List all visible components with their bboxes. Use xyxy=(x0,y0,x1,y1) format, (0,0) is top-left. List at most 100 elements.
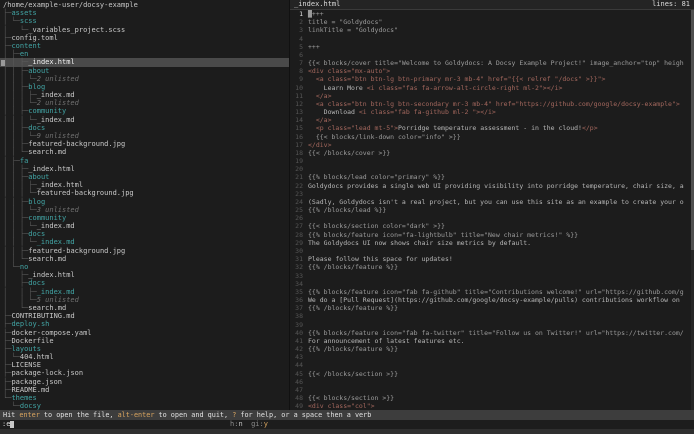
tree-row[interactable]: │ │ └─5 unlisted xyxy=(0,296,289,304)
selected-row-marker xyxy=(1,60,5,66)
tree-entry-name: about xyxy=(28,67,49,75)
status-bar: Hit enter to open the file, alt-enter to… xyxy=(0,410,694,420)
tree-row[interactable]: │ └─_variables_project.scss xyxy=(0,26,289,34)
line-number: 31 xyxy=(290,255,303,263)
tree-row[interactable]: │ │ ├─about xyxy=(0,173,289,181)
tree-row[interactable]: │ │ │ └─_index.md xyxy=(0,238,289,246)
tree-row[interactable]: ├─assets xyxy=(0,9,289,17)
tree-branch: │ │ ├─ xyxy=(3,107,28,115)
tree-branch: │ │ │ └─ xyxy=(3,116,37,124)
preview-line: 7{{< blocks/cover title="Welcome to Gold… xyxy=(290,59,694,67)
tree-entry-name: package-lock.json xyxy=(11,369,83,377)
tree-branch: │ │ ├─ xyxy=(3,247,28,255)
tree-row[interactable]: ├─layouts xyxy=(0,345,289,353)
tree-row[interactable]: ├─Dockerfile xyxy=(0,337,289,345)
line-number: 28 xyxy=(290,231,303,239)
code-segment: {{< blocks/section color="dark" >}} xyxy=(308,222,445,230)
tree-row[interactable]: ├─docker-compose.yaml xyxy=(0,329,289,337)
tree-row[interactable]: │ │ │ └─2 unlisted xyxy=(0,75,289,83)
tree-entry-name: assets xyxy=(11,9,36,17)
tree-branch: │ │ │ └─ xyxy=(3,189,37,197)
tree-branch: │ │ │ ├─ xyxy=(3,91,37,99)
line-number: 8 xyxy=(290,67,303,75)
preview-line: 19 xyxy=(290,157,694,165)
tree-row[interactable]: │ │ ├─_index.md xyxy=(0,288,289,296)
tree-row[interactable]: │ │ │ └─9 unlisted xyxy=(0,132,289,140)
tree-row[interactable]: ├─config.toml xyxy=(0,34,289,42)
line-number: 16 xyxy=(290,133,303,141)
tree-branch: │ │ ├─ xyxy=(3,140,28,148)
flag-value: n xyxy=(238,420,242,428)
tree-entry-name: _index.html xyxy=(28,271,74,279)
code-segment: +++ xyxy=(312,10,324,18)
tree-row[interactable]: │ │ ├─community xyxy=(0,107,289,115)
tree-row[interactable]: │ │ ├─community xyxy=(0,214,289,222)
tree-branch: │ │ │ └─ xyxy=(3,132,37,140)
preview-line: 48{{< blocks/section >}} xyxy=(290,394,694,402)
preview-line: 3linkTitle = "Goldydocs" xyxy=(290,26,694,34)
tree-branch: │ ├─ xyxy=(3,157,20,165)
tree-entry-name: _index.html xyxy=(28,165,74,173)
tree-row[interactable]: ├─package.json xyxy=(0,378,289,386)
tree-row[interactable]: └─themes xyxy=(0,394,289,402)
code-segment: <div class="col"> xyxy=(308,402,375,410)
tree-entry-name: community xyxy=(28,214,66,222)
tree-row[interactable]: │ └─scss xyxy=(0,17,289,25)
mode-flags[interactable]: h:n gi:y xyxy=(230,420,268,429)
code-segment: <p class="lead mt-5"> xyxy=(308,124,398,132)
tree-row[interactable]: /home/example-user/docsy-example xyxy=(0,1,289,9)
tree-branch: │ │ └─ xyxy=(3,296,37,304)
line-number: 18 xyxy=(290,149,303,157)
tree-row[interactable]: ├─content xyxy=(0,42,289,50)
preview-line: 4 xyxy=(290,35,694,43)
tree-branch: │ │ ├─ xyxy=(3,124,28,132)
tree-row[interactable]: │ └─search.md xyxy=(0,304,289,312)
line-number: 45 xyxy=(290,370,303,378)
tree-branch: │ │ │ └─ xyxy=(3,222,37,230)
preview-line: 12 <a class="btn btn-lg btn-secondary mr… xyxy=(290,100,694,108)
tree-row[interactable]: │ │ │ └─_index.md xyxy=(0,116,289,124)
tree-row[interactable]: └─docsy xyxy=(0,402,289,410)
tree-row[interactable]: │ └─404.html xyxy=(0,353,289,361)
status-text: to open and quit, xyxy=(154,411,232,419)
tree-row[interactable]: │ │ ├─blog xyxy=(0,198,289,206)
preview-line: 36We do a [Pull Request](https://github.… xyxy=(290,296,694,304)
command-input[interactable]: :e xyxy=(2,420,14,429)
status-text: to open the file, xyxy=(40,411,118,419)
tree-branch: │ │ ├─ xyxy=(3,214,28,222)
preview-line: 42{{% /blocks/feature %}} xyxy=(290,345,694,353)
line-number: 14 xyxy=(290,116,303,124)
tree-branch: │ │ ├─ xyxy=(3,198,28,206)
tree-row[interactable]: │ │ ├─docs xyxy=(0,124,289,132)
code-segment: The Goldydocs UI now shows chair size me… xyxy=(308,239,531,247)
tree-row[interactable]: │ │ ├─about xyxy=(0,67,289,75)
tree-row-selected[interactable]: │ │ ├─_index.html xyxy=(0,58,289,66)
tree-row[interactable]: │ │ ├─blog xyxy=(0,83,289,91)
code-segment: </a> xyxy=(308,92,331,100)
tree-row[interactable]: │ └─no xyxy=(0,263,289,271)
tree-row[interactable]: │ │ ├─featured-background.jpg xyxy=(0,247,289,255)
tree-row[interactable]: │ ├─docs xyxy=(0,279,289,287)
tree-branch: │ │ ├─ xyxy=(3,288,37,296)
tree-row[interactable]: ├─package-lock.json xyxy=(0,369,289,377)
tree-branch: │ └─ xyxy=(3,353,20,361)
tree-row[interactable]: │ │ │ └─3 unlisted xyxy=(0,206,289,214)
preview-header: _index.html lines: 81 xyxy=(290,0,694,10)
tree-branch: │ │ │ └─ xyxy=(3,238,37,246)
tree-row[interactable]: │ │ │ └─featured-background.jpg xyxy=(0,189,289,197)
preview-line: 9 <a class="btn btn-lg btn-primary mr-3 … xyxy=(290,75,694,83)
preview-line: 38 xyxy=(290,312,694,320)
tree-row[interactable]: │ │ └─search.md xyxy=(0,148,289,156)
code-segment: Porridge temperature assessment - in the… xyxy=(398,124,582,132)
tree-entry-name: about xyxy=(28,173,49,181)
preview-line: 43 xyxy=(290,353,694,361)
line-number: 26 xyxy=(290,214,303,222)
tree-row[interactable]: ├─deploy.sh xyxy=(0,320,289,328)
tree-row[interactable]: │ │ └─search.md xyxy=(0,255,289,263)
code-segment: {{% blocks/lead color="primary" %}} xyxy=(308,173,445,181)
tree-entry-name: README.md xyxy=(11,386,49,394)
tree-row[interactable]: ├─README.md xyxy=(0,386,289,394)
line-number: 49 xyxy=(290,402,303,410)
tree-row[interactable]: │ │ ├─_index.html xyxy=(0,165,289,173)
tree-row[interactable]: │ ├─fa xyxy=(0,157,289,165)
